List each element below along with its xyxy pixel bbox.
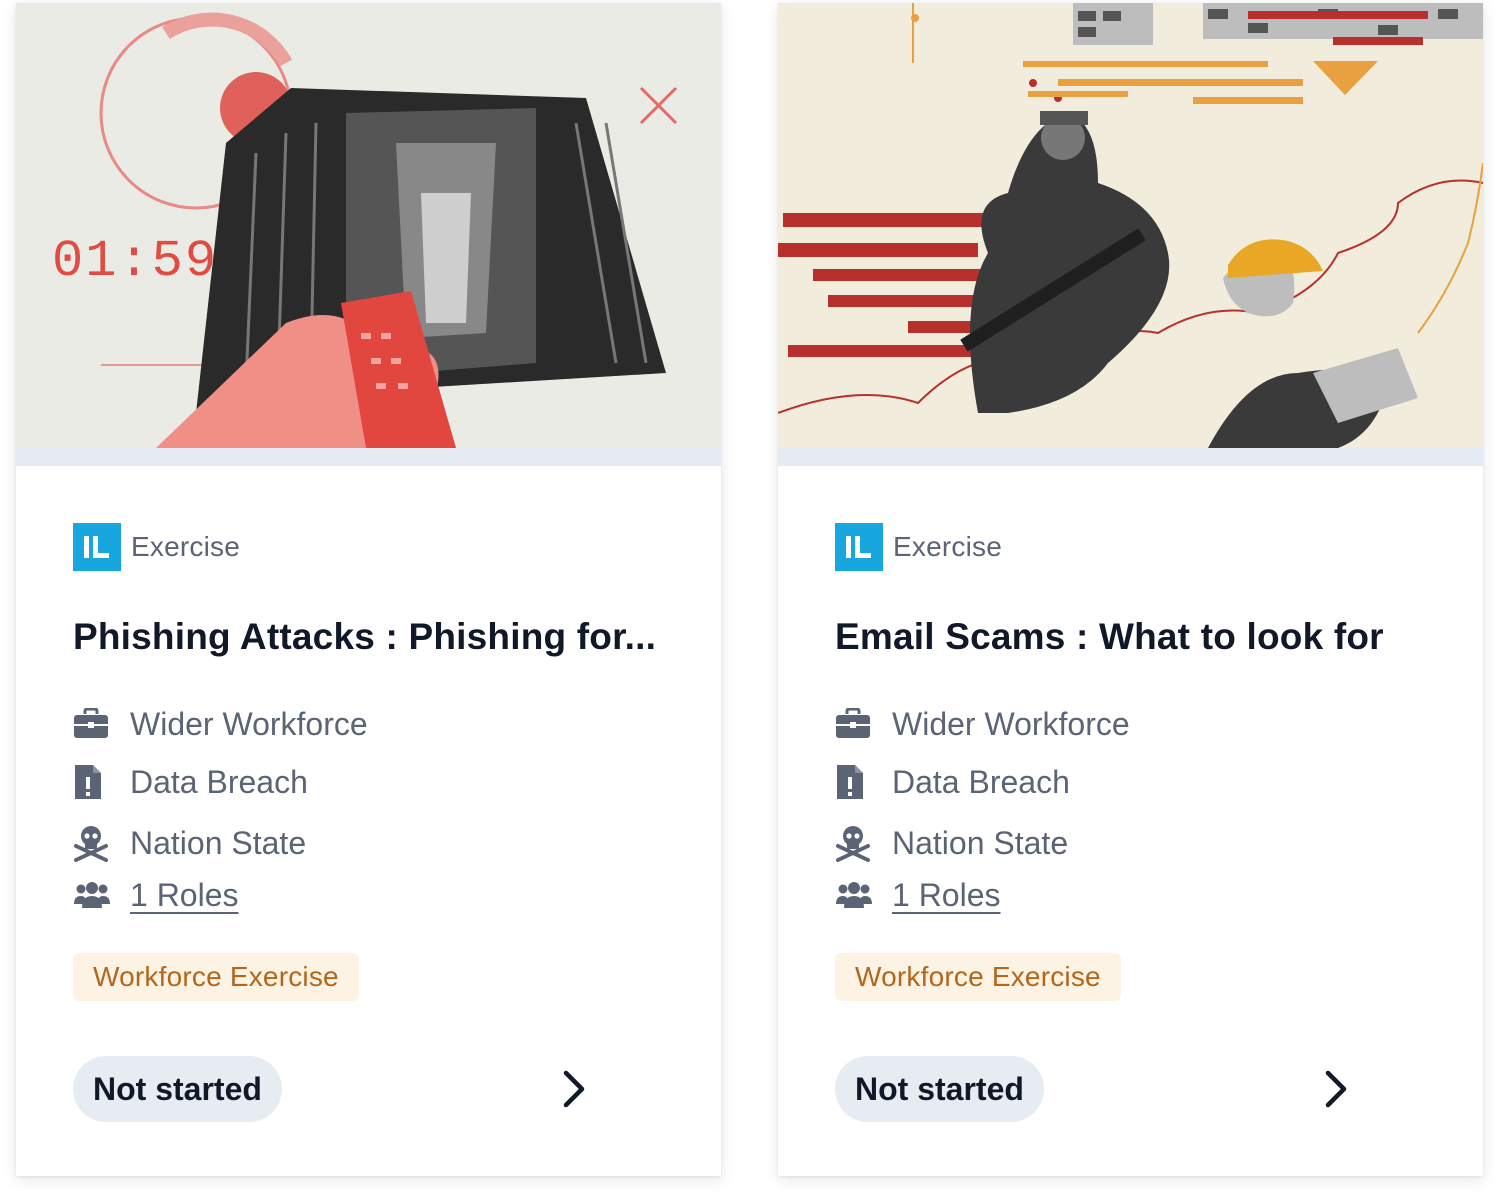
- hero-divider: [16, 448, 721, 466]
- card-title[interactable]: Email Scams : What to look for: [835, 616, 1435, 658]
- meta-threat-actor-label: Nation State: [130, 824, 307, 861]
- immersive-labs-logo-icon: [73, 523, 121, 571]
- meta-threat-actor-label: Nation State: [892, 824, 1069, 861]
- meta-audience: Wider Workforce: [835, 704, 1130, 744]
- roles-link[interactable]: 1 Roles: [892, 877, 1001, 914]
- exercise-tag: Workforce Exercise: [73, 953, 359, 1001]
- meta-audience: Wider Workforce: [73, 704, 368, 744]
- chevron-right-icon[interactable]: [1316, 1069, 1356, 1109]
- skull-crossbones-icon: [73, 824, 111, 862]
- meta-audience-label: Wider Workforce: [130, 705, 368, 742]
- content-type: Exercise: [73, 523, 240, 571]
- users-icon: [835, 876, 873, 914]
- exercise-card-email-scams[interactable]: Exercise Email Scams : What to look for …: [778, 3, 1483, 1176]
- exercise-card-phishing[interactable]: 01:59:23 Exercise Phishing Attacks: Phi…: [16, 3, 721, 1176]
- file-alert-icon: [73, 763, 111, 801]
- exercise-tag: Workforce Exercise: [835, 953, 1121, 1001]
- meta-category-label: Data Breach: [892, 763, 1070, 800]
- briefcase-icon: [835, 705, 873, 743]
- immersive-labs-logo-icon: [835, 523, 883, 571]
- status-badge: Not started: [73, 1056, 282, 1122]
- meta-roles: 1 Roles: [73, 875, 239, 915]
- status-badge: Not started: [835, 1056, 1044, 1122]
- content-type-label: Exercise: [131, 531, 240, 562]
- meta-audience-label: Wider Workforce: [892, 705, 1130, 742]
- card-title[interactable]: Phishing Attacks : Phishing for...: [73, 616, 673, 658]
- briefcase-icon: [73, 705, 111, 743]
- meta-category: Data Breach: [73, 762, 308, 802]
- users-icon: [73, 876, 111, 914]
- hero-image-datacenter: 01:59:23: [16, 3, 721, 448]
- content-type-label: Exercise: [893, 531, 1002, 562]
- meta-threat-actor: Nation State: [73, 823, 306, 863]
- meta-roles: 1 Roles: [835, 875, 1001, 915]
- meta-threat-actor: Nation State: [835, 823, 1068, 863]
- chevron-right-icon[interactable]: [554, 1069, 594, 1109]
- content-type: Exercise: [835, 523, 1002, 571]
- file-alert-icon: [835, 763, 873, 801]
- hero-image-collage: [778, 3, 1483, 448]
- hero-divider: [778, 448, 1483, 466]
- meta-category-label: Data Breach: [130, 763, 308, 800]
- meta-category: Data Breach: [835, 762, 1070, 802]
- roles-link[interactable]: 1 Roles: [130, 877, 239, 914]
- skull-crossbones-icon: [835, 824, 873, 862]
